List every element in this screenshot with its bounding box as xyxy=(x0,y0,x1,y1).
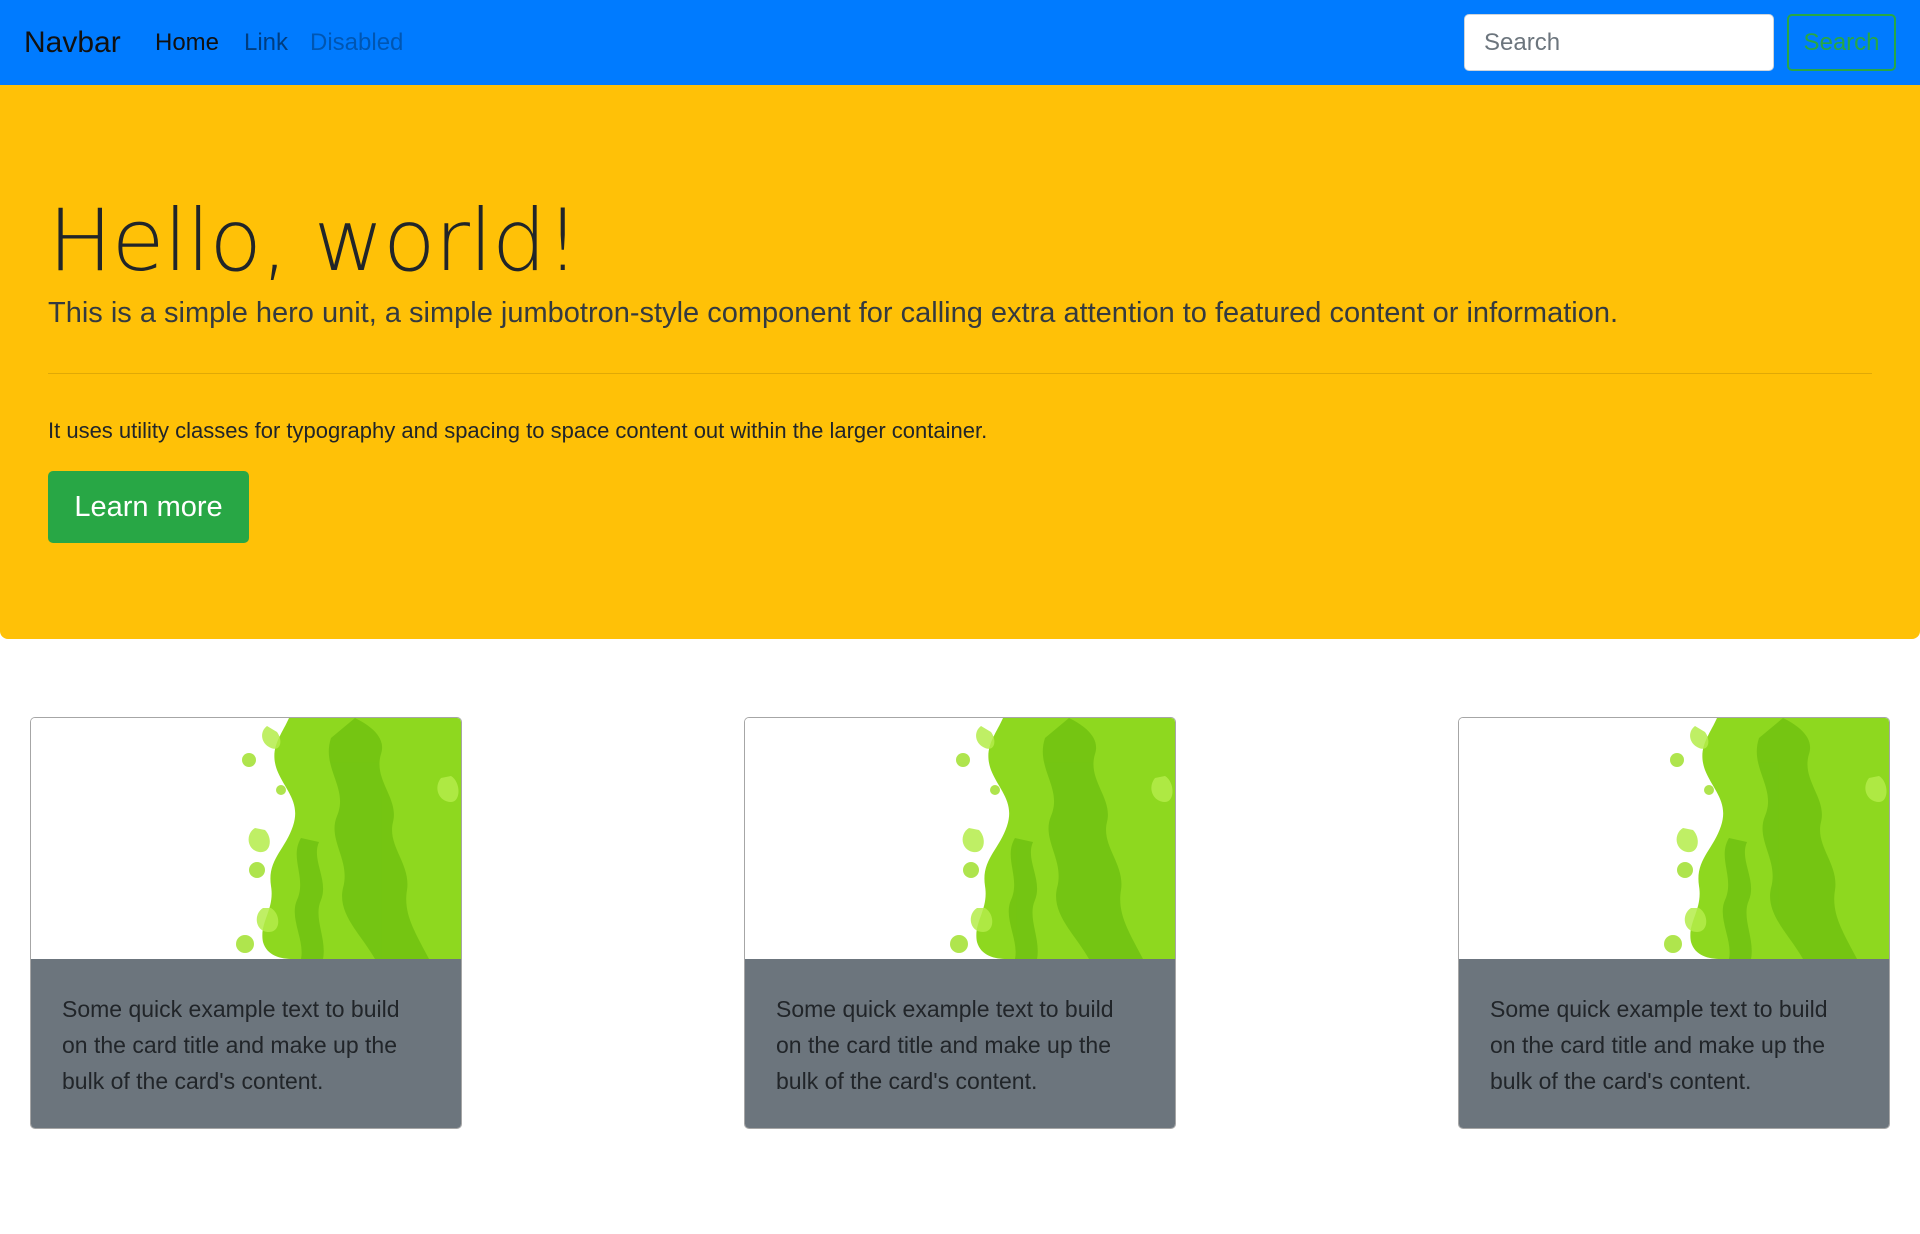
card: Some quick example text to build on the … xyxy=(1458,717,1890,1129)
nav-link-home[interactable]: Home xyxy=(155,28,219,58)
card-body: Some quick example text to build on the … xyxy=(1459,959,1889,1128)
navbar: Navbar Home Link Disabled Search xyxy=(0,0,1920,85)
card-image xyxy=(31,718,461,959)
card: Some quick example text to build on the … xyxy=(744,717,1176,1129)
card-body: Some quick example text to build on the … xyxy=(31,959,461,1128)
hero-title: Hello, world! xyxy=(48,191,580,291)
search-input[interactable] xyxy=(1464,14,1774,71)
card-text: Some quick example text to build on the … xyxy=(776,996,1114,1094)
nav-link-link[interactable]: Link xyxy=(244,28,288,58)
card-image xyxy=(1459,718,1889,959)
card-body: Some quick example text to build on the … xyxy=(745,959,1175,1128)
green-ink-image xyxy=(31,718,461,959)
navbar-brand[interactable]: Navbar xyxy=(24,24,121,62)
card-image xyxy=(745,718,1175,959)
learn-more-button[interactable]: Learn more xyxy=(48,471,249,543)
jumbotron: Hello, world! This is a simple hero unit… xyxy=(0,85,1920,639)
hero-lead: This is a simple hero unit, a simple jum… xyxy=(48,297,1619,329)
search-button[interactable]: Search xyxy=(1787,14,1896,71)
green-ink-image xyxy=(745,718,1175,959)
card: Some quick example text to build on the … xyxy=(30,717,462,1129)
green-ink-image xyxy=(1459,718,1889,959)
nav-link-disabled: Disabled xyxy=(310,29,404,56)
card-text: Some quick example text to build on the … xyxy=(62,996,400,1094)
hero-text: It uses utility classes for typography a… xyxy=(48,418,988,443)
hero-divider xyxy=(48,373,1872,374)
card-text: Some quick example text to build on the … xyxy=(1490,996,1828,1094)
